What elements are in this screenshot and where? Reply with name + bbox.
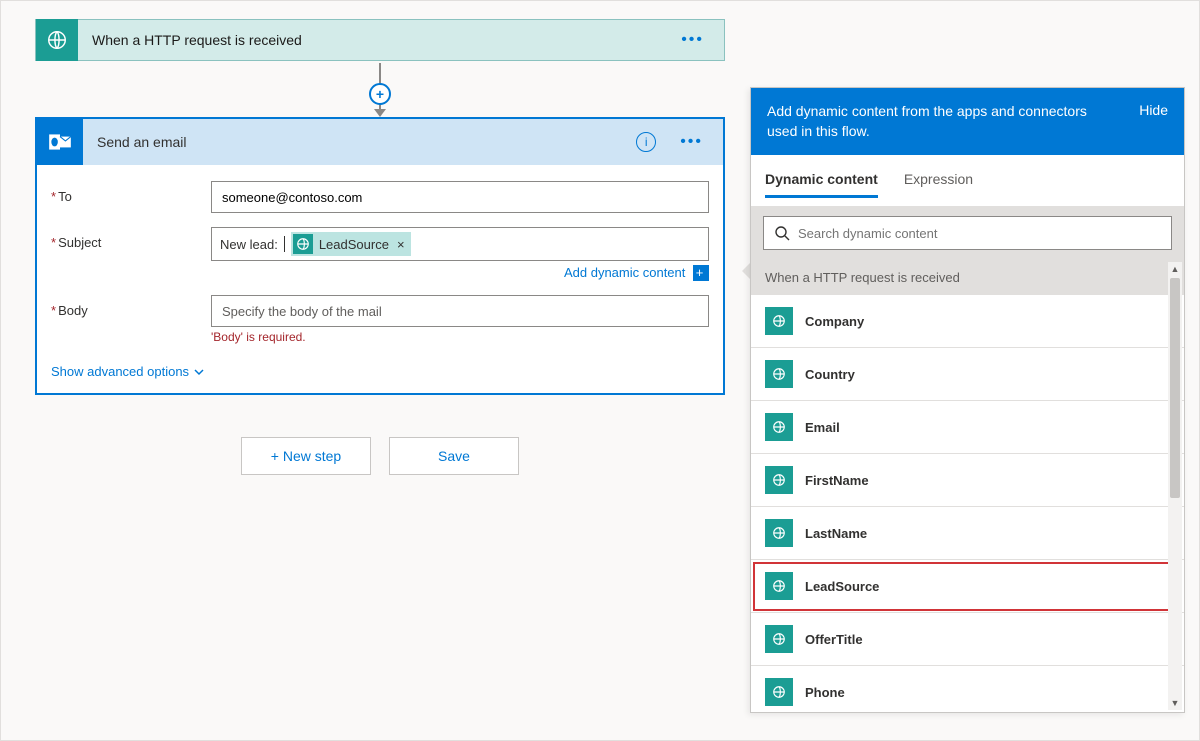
chevron-down-icon	[193, 366, 205, 378]
to-input[interactable]	[211, 181, 709, 213]
dynamic-content-header-text: Add dynamic content from the apps and co…	[767, 102, 1097, 141]
body-row: *Body 'Body' is required.	[51, 295, 709, 344]
action-title: Send an email	[83, 134, 187, 150]
panel-scrollbar[interactable]: ▲ ▼	[1168, 262, 1182, 710]
dynamic-item-label: LastName	[805, 526, 867, 541]
dynamic-item-firstname[interactable]: FirstName	[751, 454, 1184, 507]
add-dynamic-content-link[interactable]: Add dynamic content	[564, 265, 685, 280]
http-item-icon	[765, 360, 793, 388]
dynamic-item-label: Company	[805, 314, 864, 329]
dynamic-section-header: When a HTTP request is received	[751, 260, 1184, 295]
dynamic-item-label: Phone	[805, 685, 845, 700]
dynamic-search-box[interactable]	[763, 216, 1172, 250]
search-icon	[774, 225, 790, 241]
to-label: *To	[51, 181, 211, 204]
dynamic-content-tabs: Dynamic content Expression	[751, 155, 1184, 198]
tab-expression[interactable]: Expression	[904, 163, 973, 198]
dynamic-item-offertitle[interactable]: OfferTitle	[751, 613, 1184, 666]
action-card-send-email: Send an email i ••• *To *Subject New le	[35, 117, 725, 395]
dynamic-item-label: FirstName	[805, 473, 869, 488]
tab-dynamic-content[interactable]: Dynamic content	[765, 163, 878, 198]
dynamic-item-label: LeadSource	[805, 579, 879, 594]
text-cursor-icon	[284, 236, 285, 252]
new-step-button[interactable]: + New step	[241, 437, 371, 475]
trigger-menu-button[interactable]: •••	[681, 31, 724, 49]
action-info-button[interactable]: i	[636, 132, 656, 152]
flow-designer-canvas: When a HTTP request is received ••• + Se…	[0, 0, 1200, 741]
dynamic-item-lastname[interactable]: LastName	[751, 507, 1184, 560]
hide-panel-button[interactable]: Hide	[1139, 102, 1168, 118]
leadsource-token[interactable]: LeadSource ×	[291, 232, 411, 256]
subject-row: *Subject New lead: LeadSource ×	[51, 227, 709, 281]
dynamic-item-email[interactable]: Email	[751, 401, 1184, 454]
body-error-text: 'Body' is required.	[211, 330, 709, 344]
dynamic-item-label: Email	[805, 420, 840, 435]
http-item-icon	[765, 466, 793, 494]
save-button[interactable]: Save	[389, 437, 519, 475]
http-item-icon	[765, 519, 793, 547]
dynamic-item-label: OfferTitle	[805, 632, 863, 647]
trigger-title: When a HTTP request is received	[78, 32, 302, 48]
add-dynamic-content-icon[interactable]: +	[693, 265, 709, 281]
connector-arrow-icon	[374, 109, 386, 117]
trigger-card[interactable]: When a HTTP request is received •••	[35, 19, 725, 61]
http-item-icon	[765, 678, 793, 706]
dynamic-item-label: Country	[805, 367, 855, 382]
scroll-thumb[interactable]	[1170, 278, 1180, 498]
action-header[interactable]: Send an email i •••	[37, 119, 723, 165]
dynamic-item-phone[interactable]: Phone	[751, 666, 1184, 712]
token-remove-button[interactable]: ×	[395, 237, 405, 252]
dynamic-search-area	[751, 206, 1184, 260]
dynamic-content-panel: Add dynamic content from the apps and co…	[750, 87, 1185, 713]
dynamic-content-list: When a HTTP request is received Company C…	[751, 260, 1184, 712]
http-item-icon	[765, 572, 793, 600]
outlook-icon	[37, 119, 83, 165]
subject-text: New lead:	[220, 237, 278, 252]
action-menu-button[interactable]: •••	[680, 133, 703, 151]
dynamic-search-input[interactable]	[798, 226, 1161, 241]
dynamic-item-leadsource[interactable]: LeadSource	[751, 560, 1184, 613]
http-trigger-icon	[36, 19, 78, 61]
dynamic-content-header: Add dynamic content from the apps and co…	[751, 88, 1184, 155]
body-label: *Body	[51, 295, 211, 318]
token-http-icon	[293, 234, 313, 254]
http-item-icon	[765, 625, 793, 653]
show-advanced-options-link[interactable]: Show advanced options	[51, 364, 205, 379]
insert-step-button[interactable]: +	[369, 83, 391, 105]
scroll-down-icon[interactable]: ▼	[1168, 696, 1182, 710]
token-label: LeadSource	[319, 237, 389, 252]
body-input[interactable]	[211, 295, 709, 327]
subject-input[interactable]: New lead: LeadSource ×	[211, 227, 709, 261]
http-item-icon	[765, 307, 793, 335]
to-row: *To	[51, 181, 709, 213]
dynamic-item-company[interactable]: Company	[751, 295, 1184, 348]
subject-label: *Subject	[51, 227, 211, 250]
dynamic-item-country[interactable]: Country	[751, 348, 1184, 401]
footer-buttons: + New step Save	[35, 437, 725, 475]
http-item-icon	[765, 413, 793, 441]
scroll-up-icon[interactable]: ▲	[1168, 262, 1182, 276]
